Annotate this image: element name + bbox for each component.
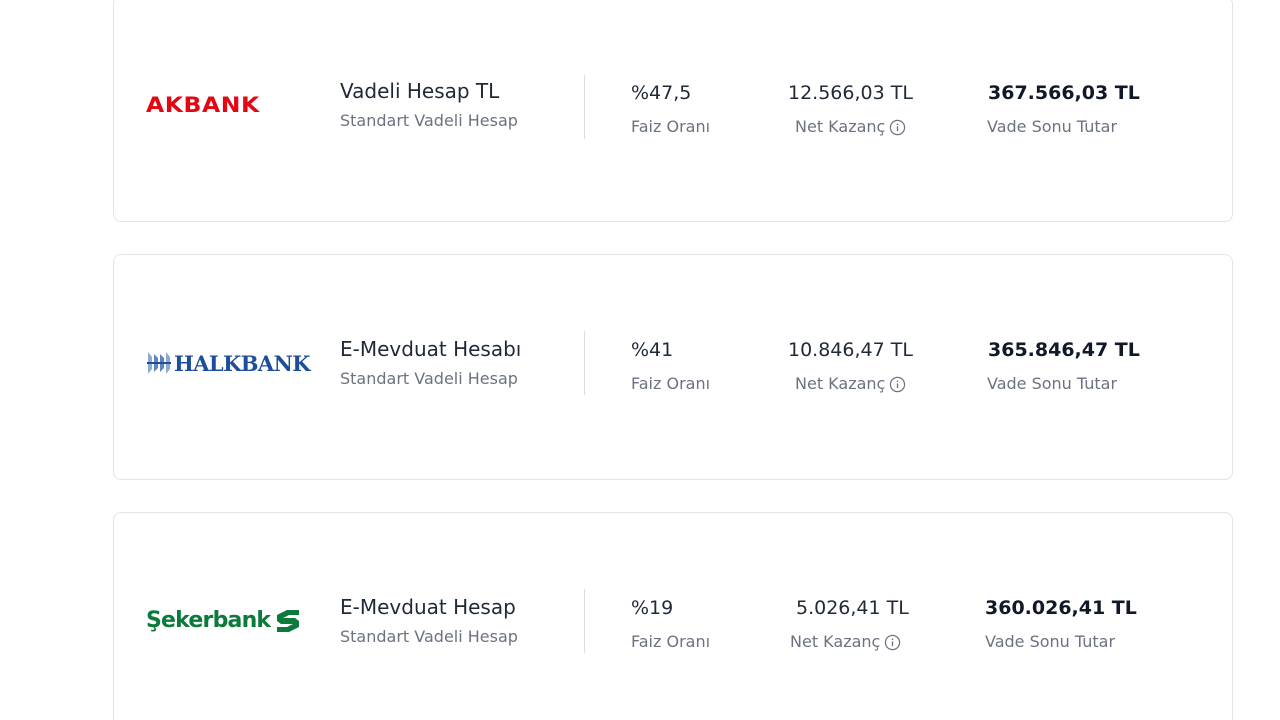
net-earnings-label-row: Net Kazanç <box>795 117 958 137</box>
net-earnings: 12.566,03 TL Net Kazanç <box>788 81 958 137</box>
net-earnings-label: Net Kazanç <box>790 632 881 651</box>
product-info: E-Mevduat Hesabı Standart Vadeli Hesap <box>340 337 521 389</box>
divider <box>584 331 585 395</box>
product-name: E-Mevduat Hesabı <box>340 337 522 361</box>
sekerbank-emblem-icon <box>277 610 300 632</box>
akbank-logo-text: AKBANK <box>146 92 260 117</box>
net-earnings-value: 5.026,41 TL <box>796 597 909 619</box>
net-earnings: 10.846,47 TL Net Kazanç <box>788 338 958 394</box>
interest-rate-value: %19 <box>631 597 674 619</box>
maturity-total-value: 365.846,47 TL <box>988 339 1140 361</box>
product-type: Standart Vadeli Hesap <box>340 369 518 388</box>
sekerbank-logo: Şekerbank <box>146 603 303 639</box>
product-name: Vadeli Hesap TL <box>340 79 500 103</box>
interest-rate-value: %47,5 <box>631 82 692 104</box>
product-name: E-Mevduat Hesap <box>340 595 516 619</box>
net-earnings-label-row: Net Kazanç <box>795 374 958 394</box>
product-info: E-Mevduat Hesap Standart Vadeli Hesap <box>340 595 518 647</box>
interest-rate: %41 Faiz Oranı <box>631 338 801 394</box>
interest-rate: %19 Faiz Oranı <box>631 596 801 652</box>
info-icon[interactable] <box>889 376 906 393</box>
maturity-total-label: Vade Sonu Tutar <box>985 632 1116 651</box>
net-earnings-value: 10.846,47 TL <box>788 339 913 361</box>
maturity-total-value: 367.566,03 TL <box>988 82 1140 104</box>
maturity-total-label: Vade Sonu Tutar <box>987 374 1118 393</box>
maturity-total-label: Vade Sonu Tutar <box>987 117 1118 136</box>
maturity-total: 367.566,03 TL Vade Sonu Tutar <box>987 81 1157 137</box>
product-type: Standart Vadeli Hesap <box>340 627 518 646</box>
net-earnings-label-row: Net Kazanç <box>790 632 960 652</box>
interest-rate-value: %41 <box>631 339 674 361</box>
interest-rate-label: Faiz Oranı <box>631 374 711 393</box>
maturity-total: 360.026,41 TL Vade Sonu Tutar <box>985 596 1155 652</box>
interest-rate-label: Faiz Oranı <box>631 117 711 136</box>
divider <box>584 589 585 653</box>
offer-card-sekerbank[interactable]: Şekerbank E-Mevduat Hesap Standart Vadel… <box>113 512 1233 720</box>
interest-rate: %47,5 Faiz Oranı <box>631 81 801 137</box>
halkbank-logo-text: HALKBANK <box>174 350 310 376</box>
interest-rate-label: Faiz Oranı <box>631 632 711 651</box>
maturity-total-value: 360.026,41 TL <box>985 597 1137 619</box>
halkbank-logo: HALKBANK <box>146 345 310 381</box>
halkbank-logo-group: HALKBANK <box>146 348 310 378</box>
net-earnings-label: Net Kazanç <box>795 117 886 136</box>
product-info: Vadeli Hesap TL Standart Vadeli Hesap <box>340 79 518 131</box>
halkbank-emblem-icon <box>147 352 171 374</box>
divider <box>584 75 585 139</box>
net-earnings-label: Net Kazanç <box>795 374 886 393</box>
net-earnings: 5.026,41 TL Net Kazanç <box>790 596 960 652</box>
product-type: Standart Vadeli Hesap <box>340 111 518 130</box>
maturity-total: 365.846,47 TL Vade Sonu Tutar <box>987 338 1157 394</box>
sekerbank-logo-group: Şekerbank <box>146 606 303 636</box>
offer-card-halkbank[interactable]: HALKBANK E-Mevduat Hesabı Standart Vadel… <box>113 254 1233 480</box>
info-icon[interactable] <box>889 119 906 136</box>
deposit-offers-page: AKBANK Vadeli Hesap TL Standart Vadeli H… <box>0 0 1280 720</box>
offer-card-akbank[interactable]: AKBANK Vadeli Hesap TL Standart Vadeli H… <box>113 0 1233 222</box>
akbank-logo: AKBANK <box>146 87 259 123</box>
net-earnings-value: 12.566,03 TL <box>788 82 913 104</box>
sekerbank-logo-text: Şekerbank <box>146 608 271 633</box>
info-icon[interactable] <box>884 634 901 651</box>
